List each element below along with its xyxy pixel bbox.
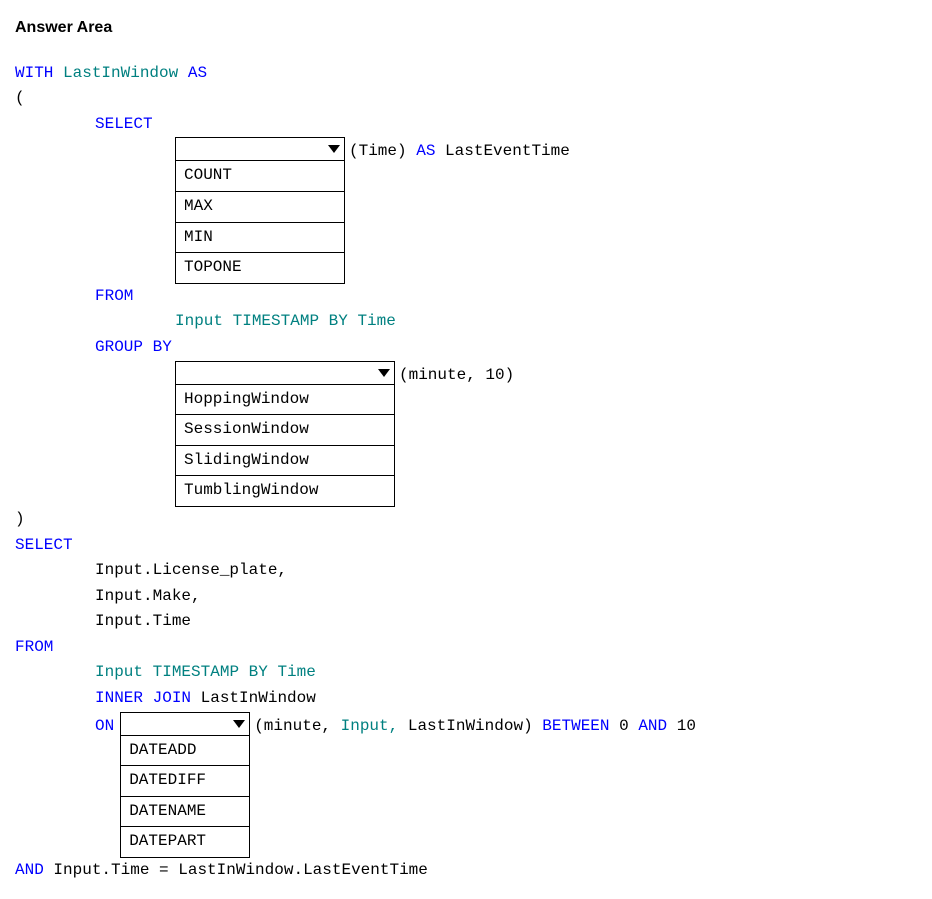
dropdown-3-option[interactable]: DATEADD [121, 736, 249, 767]
sql-select2-kw: SELECT [15, 533, 917, 559]
dropdown-1-option[interactable]: COUNT [176, 161, 344, 192]
dropdown-3-option[interactable]: DATENAME [121, 797, 249, 828]
dropdown-2-options: HoppingWindow SessionWindow SlidingWindo… [175, 385, 395, 507]
dropdown-2-option[interactable]: TumblingWindow [176, 476, 394, 506]
answer-area-header: Answer Area [15, 15, 917, 41]
sql-close-paren: ) [15, 507, 917, 533]
chevron-down-icon [378, 369, 390, 377]
sql-col2: Input.Make, [15, 584, 917, 610]
dropdown-1-option[interactable]: MAX [176, 192, 344, 223]
sql-from-kw: FROM [15, 284, 917, 310]
dropdown-1-select[interactable] [175, 137, 345, 161]
sql-select-kw: SELECT [15, 112, 917, 138]
sql-from2-clause: Input TIMESTAMP BY Time [15, 660, 917, 686]
on-suffix: (minute, Input, LastInWindow) BETWEEN 0 … [254, 712, 696, 740]
dropdown-1-option[interactable]: TOPONE [176, 253, 344, 283]
sql-col1: Input.License_plate, [15, 558, 917, 584]
dropdown-3-options: DATEADD DATEDIFF DATENAME DATEPART [120, 736, 250, 858]
chevron-down-icon [233, 720, 245, 728]
dropdown-1-option[interactable]: MIN [176, 223, 344, 254]
sql-groupby-kw: GROUP BY [15, 335, 917, 361]
chevron-down-icon [328, 145, 340, 153]
dropdown-3-select[interactable] [120, 712, 250, 736]
sql-from2-kw: FROM [15, 635, 917, 661]
sql-open-paren: ( [15, 86, 917, 112]
sql-innerjoin: INNER JOIN LastInWindow [15, 686, 917, 712]
dropdown-row-1: COUNT MAX MIN TOPONE (Time) AS LastEvent… [15, 137, 917, 283]
sql-and-final: AND Input.Time = LastInWindow.LastEventT… [15, 858, 917, 884]
dropdown-row-2: HoppingWindow SessionWindow SlidingWindo… [15, 361, 917, 507]
dropdown-2-select[interactable] [175, 361, 395, 385]
on-kw: ON [95, 712, 114, 740]
dropdown-3-option[interactable]: DATEPART [121, 827, 249, 857]
groupby-suffix: (minute, 10) [399, 361, 514, 389]
sql-col3: Input.Time [15, 609, 917, 635]
sql-line-with: WITH LastInWindow AS [15, 61, 917, 87]
dropdown-2: HoppingWindow SessionWindow SlidingWindo… [175, 361, 395, 507]
dropdown-1: COUNT MAX MIN TOPONE [175, 137, 345, 283]
dropdown-row-3: ON DATEADD DATEDIFF DATENAME DATEPART (m… [15, 712, 917, 858]
dropdown-2-option[interactable]: SlidingWindow [176, 446, 394, 477]
select-suffix: (Time) AS LastEventTime [349, 137, 570, 165]
sql-from-clause: Input TIMESTAMP BY Time [15, 309, 917, 335]
dropdown-2-option[interactable]: HoppingWindow [176, 385, 394, 416]
dropdown-2-option[interactable]: SessionWindow [176, 415, 394, 446]
dropdown-3: DATEADD DATEDIFF DATENAME DATEPART [120, 712, 250, 858]
dropdown-3-option[interactable]: DATEDIFF [121, 766, 249, 797]
dropdown-1-options: COUNT MAX MIN TOPONE [175, 161, 345, 283]
